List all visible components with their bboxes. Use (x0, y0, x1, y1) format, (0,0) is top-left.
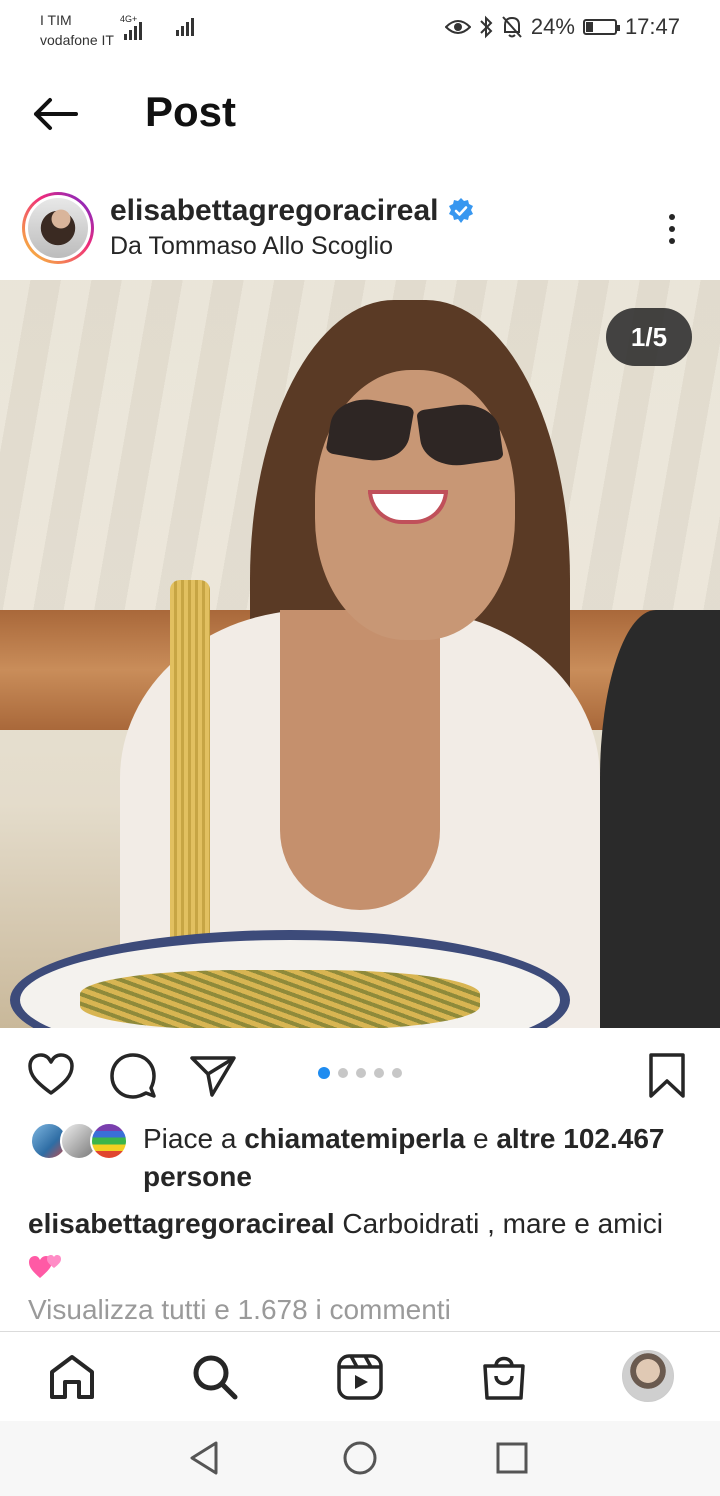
eye-icon (444, 20, 471, 34)
status-icons: 24% 17:47 (444, 14, 680, 40)
likes-prefix: Piace a (143, 1123, 237, 1154)
bluetooth-icon (480, 15, 493, 39)
top-bar: Post (0, 70, 720, 160)
more-options-icon[interactable] (660, 210, 684, 246)
carousel-dot (338, 1068, 348, 1078)
carrier-info: I TIM vodafone IT (40, 10, 114, 50)
image-counter: 1/5 (606, 308, 692, 366)
reels-icon[interactable] (335, 1352, 385, 1402)
carrier-1: I TIM (40, 12, 72, 28)
view-comments-link[interactable]: Visualizza tutti e 1.678 i commenti (28, 1294, 451, 1326)
carousel-indicator (318, 1067, 402, 1079)
caption-text: Carboidrati , mare e amici (342, 1208, 663, 1239)
signal-icon: 4G+ (120, 14, 142, 40)
heart-icon[interactable] (26, 1050, 76, 1100)
liker-username[interactable]: chiamatemiperla (244, 1123, 465, 1154)
post-username[interactable]: elisabettagregoracireal (110, 194, 475, 228)
network-type: 4G+ (120, 14, 138, 24)
post-actions (0, 1040, 720, 1110)
avatar (28, 198, 88, 258)
search-icon[interactable] (190, 1352, 240, 1402)
likes-text[interactable]: Piace a chiamatemiperla e altre 102.467 … (143, 1120, 690, 1196)
back-triangle-icon[interactable] (186, 1439, 224, 1477)
likes-conj: e (472, 1123, 489, 1154)
home-icon[interactable] (47, 1352, 97, 1402)
profile-avatar[interactable] (622, 1350, 674, 1402)
send-icon[interactable] (188, 1050, 238, 1100)
post-location[interactable]: Da Tommaso Allo Scoglio (110, 232, 393, 261)
status-bar: I TIM vodafone IT 4G+ 24% 17:47 (0, 0, 720, 56)
carrier-2: vodafone IT (40, 32, 114, 48)
story-avatar[interactable] (22, 192, 94, 264)
shop-icon[interactable] (479, 1352, 529, 1402)
bottom-nav (0, 1331, 720, 1421)
carousel-dot (374, 1068, 384, 1078)
battery-percent: 24% (530, 14, 575, 39)
mute-bell-icon (502, 16, 522, 38)
battery-icon (582, 19, 620, 35)
arrow-left-icon[interactable] (28, 92, 82, 136)
home-circle-icon[interactable] (341, 1439, 379, 1477)
bookmark-icon[interactable] (642, 1050, 692, 1100)
carousel-dot-active (318, 1067, 330, 1079)
likes-summary[interactable]: Piace a chiamatemiperla e altre 102.467 … (30, 1120, 690, 1200)
carousel-dot (392, 1068, 402, 1078)
post-image[interactable] (0, 280, 720, 1028)
carousel-dot (356, 1068, 366, 1078)
two-hearts-icon (29, 1255, 61, 1278)
avatar (90, 1122, 128, 1160)
comment-icon[interactable] (108, 1050, 158, 1100)
system-nav-bar (0, 1421, 720, 1496)
liker-avatars (30, 1122, 130, 1162)
page-title: Post (145, 88, 237, 135)
post-caption: elisabettagregoracireal Carboidrati , ma… (28, 1202, 692, 1288)
recents-square-icon[interactable] (493, 1439, 531, 1477)
username-text[interactable]: elisabettagregoracireal (110, 194, 439, 228)
post-header: elisabettagregoracireal Da Tommaso Allo … (0, 180, 720, 280)
clock: 17:47 (624, 14, 680, 39)
caption-username[interactable]: elisabettagregoracireal (28, 1208, 335, 1239)
verified-badge-icon (448, 198, 473, 223)
signal-icon (176, 14, 194, 36)
